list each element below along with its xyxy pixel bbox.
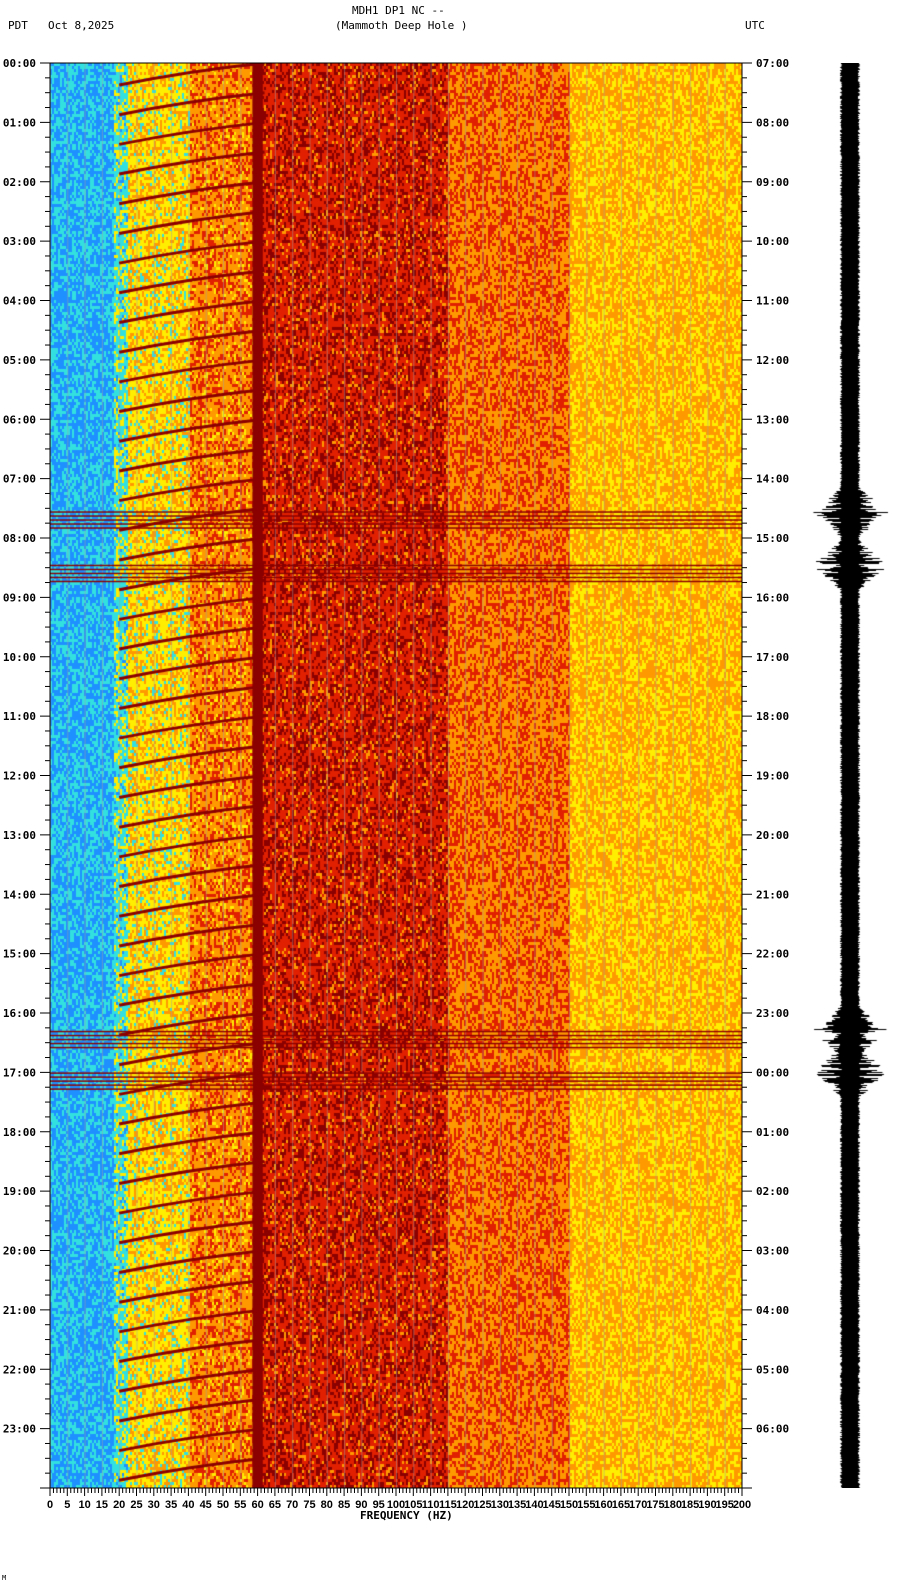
x-tick-label: 35	[165, 1499, 177, 1511]
x-tick-label: 175	[646, 1499, 664, 1511]
y-tick-label-pdt: 06:00	[3, 413, 36, 426]
spectrogram-page: MDH1 DP1 NC -- (Mammoth Deep Hole ) PDT …	[0, 0, 902, 1584]
y-tick-label-utc: 11:00	[756, 295, 789, 308]
x-tick-label: 45	[200, 1499, 212, 1511]
y-tick-label-pdt: 22:00	[3, 1363, 36, 1376]
y-tick-label-utc: 01:00	[756, 1126, 789, 1139]
x-tick-label: 195	[716, 1499, 734, 1511]
x-tick-label: 0	[47, 1499, 53, 1511]
y-tick-label-utc: 07:00	[756, 57, 789, 70]
x-tick-label: 5	[64, 1499, 70, 1511]
x-tick-label: 80	[321, 1499, 333, 1511]
x-tick-label: 85	[338, 1499, 350, 1511]
x-tick-label: 185	[681, 1499, 699, 1511]
y-tick-label-pdt: 02:00	[3, 176, 36, 189]
x-tick-label: 15	[96, 1499, 108, 1511]
y-tick-label-pdt: 11:00	[3, 710, 36, 723]
y-tick-label-utc: 23:00	[756, 1007, 789, 1020]
x-tick-label: 60	[251, 1499, 263, 1511]
x-tick-label: 70	[286, 1499, 298, 1511]
y-tick-label-pdt: 14:00	[3, 888, 36, 901]
x-tick-label: 65	[269, 1499, 281, 1511]
y-tick-label-utc: 21:00	[756, 888, 789, 901]
y-tick-label-utc: 16:00	[756, 591, 789, 604]
y-tick-label-pdt: 17:00	[3, 1066, 36, 1079]
y-tick-label-pdt: 09:00	[3, 591, 36, 604]
y-tick-label-pdt: 19:00	[3, 1185, 36, 1198]
y-tick-label-pdt: 16:00	[3, 1007, 36, 1020]
y-tick-label-utc: 13:00	[756, 413, 789, 426]
y-tick-label-utc: 18:00	[756, 710, 789, 723]
x-tick-label: 125	[473, 1499, 491, 1511]
x-tick-label: 20	[113, 1499, 125, 1511]
y-tick-label-utc: 14:00	[756, 473, 789, 486]
footer-mark: M	[2, 1574, 7, 1582]
y-tick-label-pdt: 18:00	[3, 1126, 36, 1139]
x-tick-label: 200	[733, 1499, 751, 1511]
y-tick-label-pdt: 01:00	[3, 116, 36, 129]
x-tick-label: 75	[303, 1499, 315, 1511]
x-tick-label: 25	[130, 1499, 142, 1511]
y-tick-label-pdt: 03:00	[3, 235, 36, 248]
x-tick-label: 155	[577, 1499, 595, 1511]
y-tick-label-utc: 09:00	[756, 176, 789, 189]
x-tick-label: 10	[78, 1499, 90, 1511]
plot-frame	[49, 62, 743, 1489]
y-tick-label-utc: 05:00	[756, 1363, 789, 1376]
x-tick-label: 135	[508, 1499, 526, 1511]
y-tick-label-pdt: 05:00	[3, 354, 36, 367]
y-tick-label-pdt: 12:00	[3, 770, 36, 783]
y-tick-label-pdt: 04:00	[3, 295, 36, 308]
x-tick-label: 190	[698, 1499, 716, 1511]
y-tick-label-utc: 04:00	[756, 1304, 789, 1317]
x-tick-label: 170	[629, 1499, 647, 1511]
y-tick-label-pdt: 23:00	[3, 1423, 36, 1436]
y-tick-label-pdt: 08:00	[3, 532, 36, 545]
y-tick-label-pdt: 20:00	[3, 1245, 36, 1258]
x-tick-label: 140	[525, 1499, 543, 1511]
y-tick-label-pdt: 07:00	[3, 473, 36, 486]
x-tick-label: 130	[491, 1499, 509, 1511]
x-tick-label: 160	[594, 1499, 612, 1511]
x-tick-label: 165	[612, 1499, 630, 1511]
x-axis-label: FREQUENCY (HZ)	[360, 1509, 453, 1522]
y-tick-label-utc: 12:00	[756, 354, 789, 367]
y-tick-label-pdt: 15:00	[3, 948, 36, 961]
y-tick-label-utc: 08:00	[756, 116, 789, 129]
y-tick-label-utc: 00:00	[756, 1066, 789, 1079]
x-tick-label: 180	[664, 1499, 682, 1511]
chart-axes: 0 5 10 15 20 25 30 35 40 45 50 55 60 65 70 75 80 85 90 95 10…	[3, 57, 789, 1511]
y-tick-label-utc: 17:00	[756, 651, 789, 664]
y-tick-label-pdt: 13:00	[3, 829, 36, 842]
y-tick-label-utc: 02:00	[756, 1185, 789, 1198]
y-tick-label-utc: 15:00	[756, 532, 789, 545]
x-tick-label: 50	[217, 1499, 229, 1511]
x-tick-label: 120	[456, 1499, 474, 1511]
x-tick-label: 145	[543, 1499, 561, 1511]
x-tick-label: 30	[148, 1499, 160, 1511]
y-tick-label-utc: 20:00	[756, 829, 789, 842]
y-tick-label-utc: 22:00	[756, 948, 789, 961]
y-tick-label-utc: 19:00	[756, 770, 789, 783]
y-tick-label-pdt: 21:00	[3, 1304, 36, 1317]
y-tick-label-utc: 10:00	[756, 235, 789, 248]
y-tick-label-utc: 03:00	[756, 1245, 789, 1258]
y-tick-label-pdt: 00:00	[3, 57, 36, 70]
x-tick-label: 40	[182, 1499, 194, 1511]
x-tick-label: 150	[560, 1499, 578, 1511]
y-tick-label-pdt: 10:00	[3, 651, 36, 664]
y-tick-label-utc: 06:00	[756, 1423, 789, 1436]
x-tick-label: 55	[234, 1499, 246, 1511]
